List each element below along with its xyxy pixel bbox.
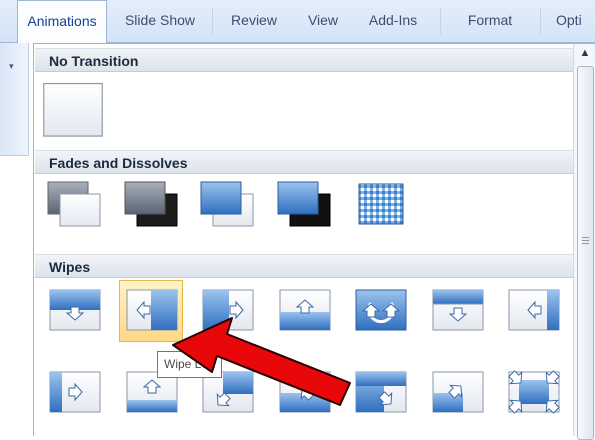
red-pointer-arrow-icon: [172, 317, 351, 406]
